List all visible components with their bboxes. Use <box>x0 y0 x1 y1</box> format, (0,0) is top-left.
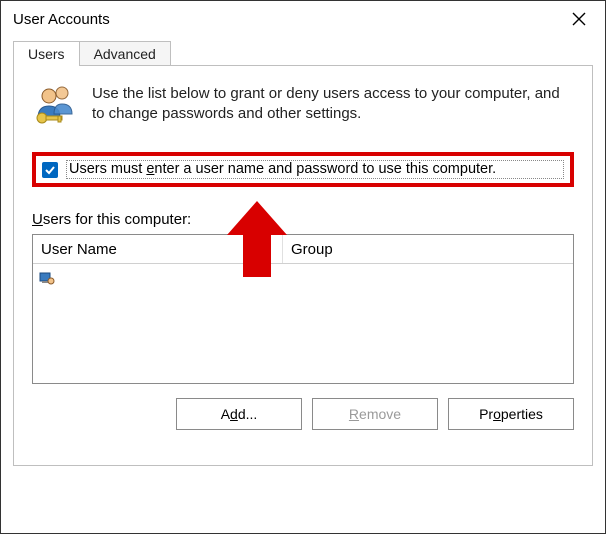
users-for-computer-label: Users for this computer: <box>32 211 574 228</box>
highlight-annotation: Users must enter a user name and passwor… <box>32 152 574 187</box>
listview-body <box>33 264 573 292</box>
add-button[interactable]: Add... <box>176 398 302 430</box>
checkmark-icon <box>44 164 56 176</box>
buttons-row: Add... Remove Properties <box>32 398 574 430</box>
properties-button[interactable]: Properties <box>448 398 574 430</box>
column-username[interactable]: User Name <box>33 235 283 263</box>
window-title: User Accounts <box>13 11 557 28</box>
tab-users[interactable]: Users <box>13 41 80 66</box>
users-listview[interactable]: User Name Group <box>32 234 574 384</box>
close-icon <box>572 12 586 26</box>
users-keys-icon <box>32 84 78 130</box>
tab-underline <box>13 65 593 66</box>
tab-page-users: Use the list below to grant or deny user… <box>13 66 593 466</box>
require-login-checkbox[interactable] <box>42 162 58 178</box>
require-login-label: Users must enter a user name and passwor… <box>66 160 564 179</box>
list-item[interactable] <box>39 268 567 288</box>
listview-header: User Name Group <box>33 235 573 264</box>
tab-advanced[interactable]: Advanced <box>80 41 171 66</box>
user-entry-icon <box>39 270 55 286</box>
tab-strip: Users Advanced <box>1 41 605 66</box>
column-group[interactable]: Group <box>283 235 573 263</box>
titlebar: User Accounts <box>1 1 605 37</box>
intro-text: Use the list below to grant or deny user… <box>92 84 574 125</box>
intro-row: Use the list below to grant or deny user… <box>32 84 574 130</box>
user-accounts-dialog: User Accounts Users Advanced <box>0 0 606 534</box>
close-button[interactable] <box>557 4 601 34</box>
remove-button: Remove <box>312 398 438 430</box>
